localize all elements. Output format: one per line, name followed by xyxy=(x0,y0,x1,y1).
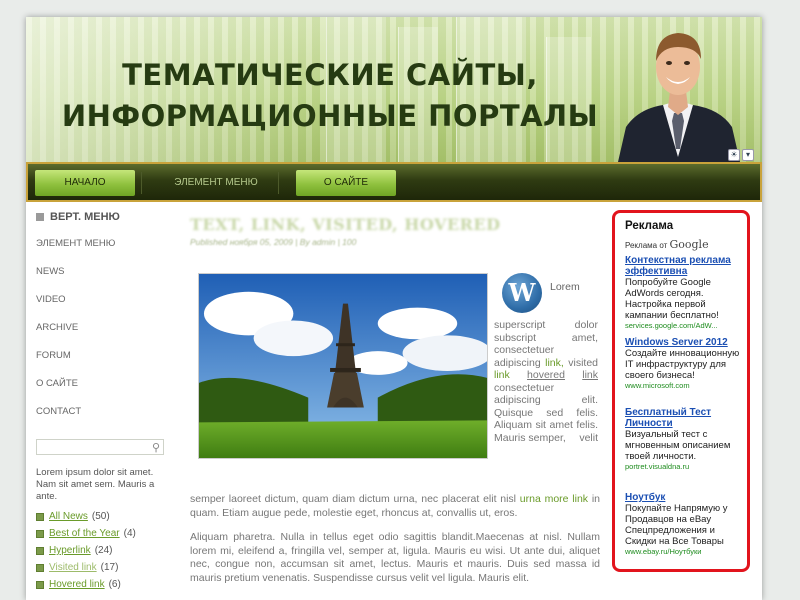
category-link-visited[interactable]: Visited link xyxy=(49,562,97,573)
ad-item[interactable]: Windows Server 2012 Создайте инновационн… xyxy=(625,337,741,391)
category-link-all-news[interactable]: All News xyxy=(49,511,88,522)
post-title[interactable]: TEXT, LINK, VISITED, HOVERED xyxy=(190,215,600,234)
businessman-image xyxy=(618,33,740,162)
main-content: TEXT, LINK, VISITED, HOVERED Published н… xyxy=(190,215,600,584)
bullet-icon xyxy=(36,546,44,555)
sidebar-item-contact[interactable]: CONTACT xyxy=(36,405,166,433)
vertical-menu-header: ВЕРТ. МЕНЮ xyxy=(36,211,166,223)
sidebar-item-news[interactable]: NEWS xyxy=(36,265,166,293)
post-paragraph-1: semper laoreet dictum, quam diam dictum … xyxy=(190,493,600,520)
ad-item-desc: Попробуйте Google AdWords сегодня. Настр… xyxy=(625,277,719,321)
vertical-menu-title: ВЕРТ. МЕНЮ xyxy=(50,211,120,223)
list-item: Visited link (17) xyxy=(36,559,166,576)
ad-item-url[interactable]: www.ebay.ru/Ноутбуки xyxy=(625,547,741,557)
subscript-text: subscript xyxy=(494,331,537,344)
ad-item[interactable]: Контекстная реклама эффективна Попробуйт… xyxy=(625,255,741,331)
bullet-icon xyxy=(36,529,44,538)
post-paragraph-2: Aliquam pharetra. Nulla in tellus eget o… xyxy=(190,531,600,584)
bullet-icon xyxy=(36,512,44,521)
category-link-best-of-year[interactable]: Best of the Year xyxy=(49,528,120,539)
sidebar-item-archive[interactable]: ARCHIVE xyxy=(36,321,166,349)
category-count: (24) xyxy=(94,545,113,556)
adipiscing-text: adipiscing xyxy=(494,356,541,369)
nav-item-about[interactable]: О САЙТЕ xyxy=(296,170,396,196)
more-link[interactable]: urna more link xyxy=(520,493,588,505)
ad-item[interactable]: Ноутбук Покупайте Напрямую у Продавцов н… xyxy=(625,492,741,557)
amet-text: amet, xyxy=(571,331,598,344)
post-meta: Published ноября 05, 2009 | By admin | 1… xyxy=(190,237,357,247)
post-body: semper laoreet dictum, quam diam dictum … xyxy=(190,493,600,596)
nav-item-menu-element[interactable]: ЭЛЕМЕНТ МЕНЮ xyxy=(162,170,270,196)
sidebar-item-menu-element[interactable]: ЭЛЕМЕНТ МЕНЮ xyxy=(36,237,166,265)
list-item: Hovered link (6) xyxy=(36,576,166,593)
ad-item-title[interactable]: Бесплатный Тест Личности xyxy=(625,407,741,429)
superscript-text: superscript xyxy=(494,319,546,331)
hovered-link-2[interactable]: link xyxy=(582,369,598,381)
nav-item-home[interactable]: НАЧАЛО xyxy=(35,170,135,196)
ad-item-url[interactable]: services.google.com/AdW... xyxy=(625,321,741,331)
ad-item-url[interactable]: www.microsoft.com xyxy=(625,381,741,391)
ad-item-title[interactable]: Ноутбук xyxy=(625,492,741,503)
category-link-hovered[interactable]: Hovered link xyxy=(49,579,105,590)
consectetuer-text: consectetuer xyxy=(494,344,555,356)
dolor-text: dolor xyxy=(574,319,598,331)
list-item: All News (50) xyxy=(36,508,166,525)
square-bullet-icon xyxy=(36,213,44,221)
bullet-icon xyxy=(36,563,44,572)
ad-item-url[interactable]: portret.visualdna.ru xyxy=(625,462,741,472)
wordpress-logo-icon: W xyxy=(502,273,542,313)
ad-item-title[interactable]: Контекстная реклама эффективна xyxy=(625,255,741,277)
visited-link[interactable]: link xyxy=(494,369,510,381)
category-list: All News (50) Best of the Year (4) Hyper… xyxy=(36,508,166,593)
ad-item-title[interactable]: Windows Server 2012 xyxy=(625,337,741,348)
bulb-icon[interactable]: ☀ xyxy=(728,149,740,161)
page-frame: ТЕМАТИЧЕСКИЕ САЙТЫ, ИНФОРМАЦИОННЫЕ ПОРТА… xyxy=(26,17,762,600)
main-nav: НАЧАЛО ЭЛЕМЕНТ МЕНЮ О САЙТЕ xyxy=(26,162,762,202)
ad-item-desc: Покупайте Напрямую у Продавцов на eBay С… xyxy=(625,503,728,547)
site-header: ТЕМАТИЧЕСКИЕ САЙТЫ, ИНФОРМАЦИОННЫЕ ПОРТА… xyxy=(26,17,762,162)
sidebar-item-video[interactable]: VIDEO xyxy=(36,293,166,321)
sidebar-text: Lorem ipsum dolor sit amet. Nam sit amet… xyxy=(36,467,155,502)
site-title-line1: ТЕМАТИЧЕСКИЕ САЙТЫ, xyxy=(122,58,538,92)
post-lorem: Lorem xyxy=(550,281,580,293)
google-logo: Google xyxy=(669,238,709,251)
sidebar-item-about[interactable]: О САЙТЕ xyxy=(36,377,166,405)
category-count: (17) xyxy=(100,562,119,573)
category-link-hyperlink[interactable]: Hyperlink xyxy=(49,545,91,556)
left-sidebar: ВЕРТ. МЕНЮ ЭЛЕМЕНТ МЕНЮ NEWS VIDEO ARCHI… xyxy=(36,207,166,593)
ad-box: Реклама Реклама от Google Контекстная ре… xyxy=(612,210,750,572)
sidebar-item-forum[interactable]: FORUM xyxy=(36,349,166,377)
hovered-link[interactable]: hovered xyxy=(527,369,565,381)
ad-item-desc: Визуальный тест с мгновенным описанием т… xyxy=(625,429,731,462)
list-item: Hyperlink (24) xyxy=(36,542,166,559)
ad-title: Реклама xyxy=(625,220,674,232)
site-title-line2: ИНФОРМАЦИОННЫЕ ПОРТАЛЫ xyxy=(61,99,599,133)
search-icon[interactable]: ⚲ xyxy=(152,441,160,454)
ads-by-label: Реклама от xyxy=(625,241,668,250)
ad-item[interactable]: Бесплатный Тест Личности Визуальный тест… xyxy=(625,407,741,472)
dropdown-icon[interactable]: ▾ xyxy=(742,149,754,161)
category-count: (50) xyxy=(91,511,110,522)
inline-link[interactable]: link, xyxy=(545,357,564,369)
adipiscing-text-2: adipiscing elit. xyxy=(494,394,598,406)
ads-by-google[interactable]: Реклама от Google xyxy=(625,238,741,251)
eiffel-tower-photo xyxy=(198,273,488,459)
paragraph-text: semper laoreet dictum, quam diam dictum … xyxy=(190,493,517,505)
nav-separator xyxy=(141,172,142,194)
consectetuer-text-2: consectetuer xyxy=(494,381,555,394)
post-side-text: superscript dolor subscript amet, consec… xyxy=(494,319,598,444)
ad-item-desc: Создайте инновационную IT инфраструктуру… xyxy=(625,348,740,381)
category-count: (4) xyxy=(123,528,136,539)
site-title: ТЕМАТИЧЕСКИЕ САЙТЫ, ИНФОРМАЦИОННЫЕ ПОРТА… xyxy=(50,55,610,137)
nav-separator xyxy=(278,172,279,194)
velit-text: velit xyxy=(579,431,598,444)
category-count: (6) xyxy=(108,579,121,590)
visited-text: visited xyxy=(568,356,598,369)
bullet-icon xyxy=(36,580,44,589)
search-input[interactable]: ⚲ xyxy=(36,439,164,455)
header-toolbar-icons: ☀ ▾ xyxy=(728,149,756,161)
list-item: Best of the Year (4) xyxy=(36,525,166,542)
